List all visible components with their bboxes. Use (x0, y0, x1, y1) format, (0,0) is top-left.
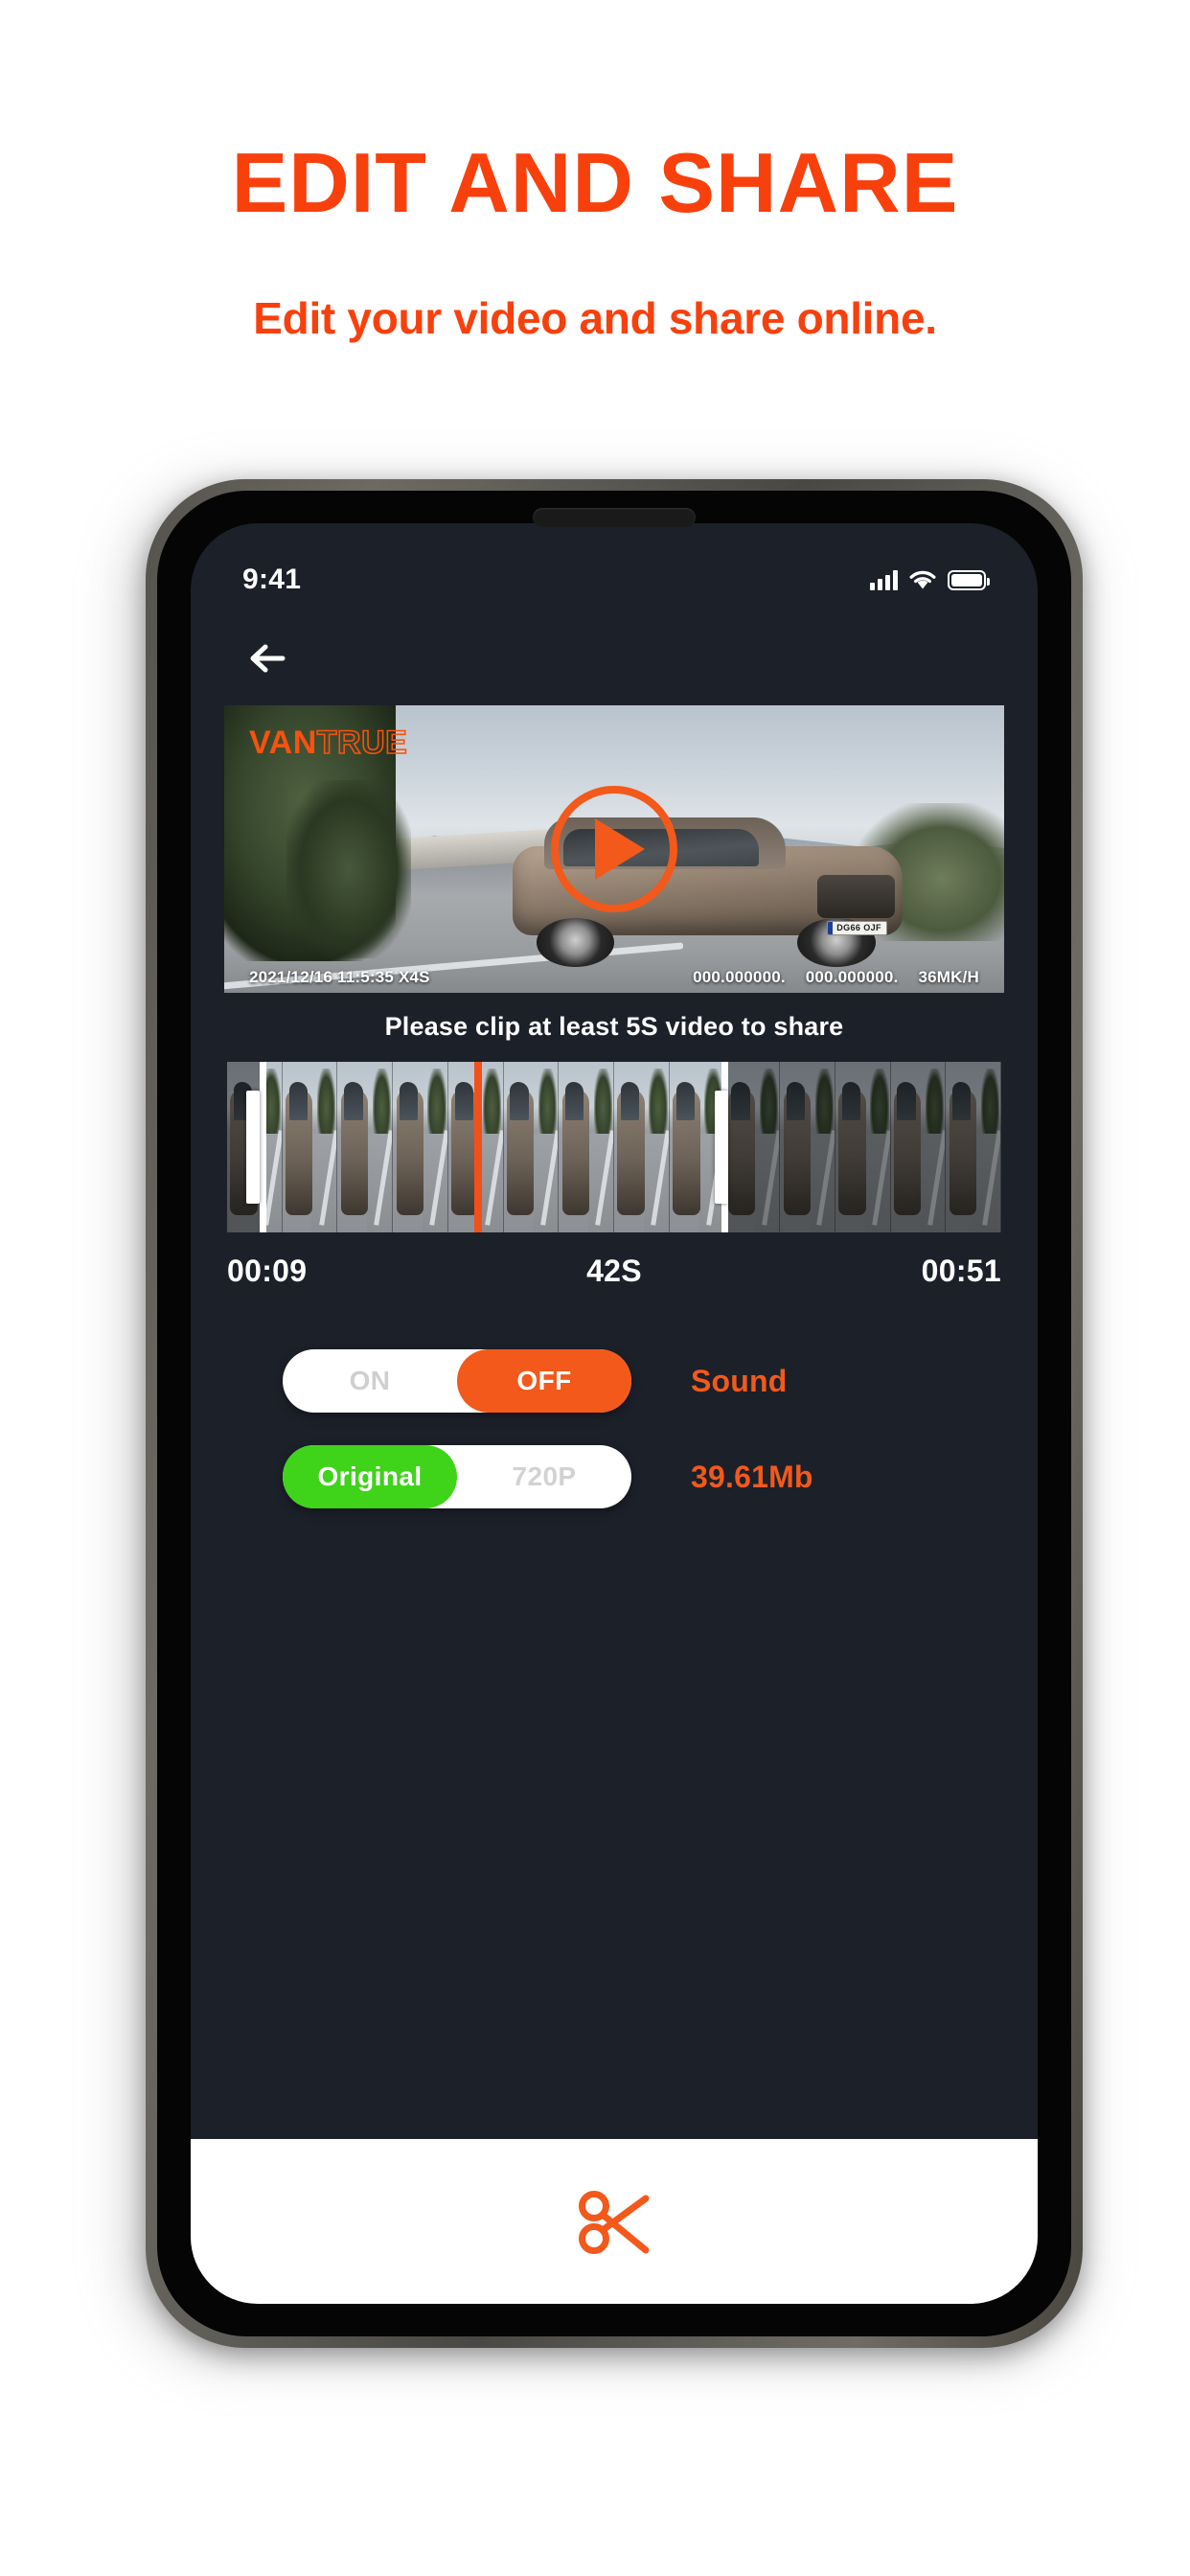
osd-telemetry: 000.000000. 000.000000. 36MK/H (677, 968, 979, 987)
osd-timestamp: 2021/12/16 11:5:35 X4S (249, 968, 430, 986)
status-icons (870, 569, 990, 590)
osd-speed: 36MK/H (918, 968, 979, 986)
watermark-true: TRUE (316, 724, 408, 761)
watermark-van: VAN (249, 724, 317, 761)
video-preview[interactable]: DG66 OJF VANTRUE 2021/12/16 11:5:35 X4S … (224, 705, 1004, 993)
video-tree-left-2 (286, 780, 412, 958)
filmstrip-frame (337, 1062, 394, 1232)
clip-start-time: 00:09 (227, 1254, 308, 1288)
trim-end-handle[interactable] (715, 1091, 728, 1204)
timeline-filmstrip[interactable] (227, 1062, 1001, 1232)
sound-setting-row: ON OFF Sound (191, 1349, 1038, 1413)
car-license-plate: DG66 OJF (827, 921, 887, 935)
clip-duration: 42S (586, 1254, 642, 1288)
page-subtitle: Edit your video and share online. (253, 293, 937, 343)
filmstrip-frame (559, 1062, 615, 1232)
vantrue-watermark: VANTRUE (249, 724, 408, 761)
nav-bar (191, 610, 1038, 705)
cellular-signal-icon (870, 569, 898, 590)
filmstrip-frame (393, 1062, 448, 1232)
car-rear-wheel (536, 918, 614, 967)
bottom-action-bar (191, 2139, 1038, 2304)
status-time: 9:41 (242, 564, 302, 595)
back-button[interactable] (231, 629, 304, 688)
playhead-indicator[interactable] (474, 1062, 482, 1232)
clip-hint-text: Please clip at least 5S video to share (384, 1012, 844, 1041)
wifi-icon (908, 569, 937, 590)
sound-label: Sound (691, 1363, 788, 1398)
filmstrip-frame (282, 1062, 338, 1232)
play-button[interactable] (551, 786, 677, 912)
osd-longitude: 000.000000. (805, 968, 899, 986)
back-arrow-icon (250, 644, 286, 673)
quality-setting-row: Original 720P 39.61Mb (191, 1445, 1038, 1508)
selection-edge-start (260, 1062, 266, 1232)
filmstrip-frame (614, 1062, 670, 1232)
clip-end-time: 00:51 (921, 1254, 1001, 1288)
file-size-label: 39.61Mb (691, 1459, 813, 1494)
sound-toggle-off[interactable]: OFF (457, 1349, 631, 1413)
trim-start-handle[interactable] (246, 1091, 260, 1204)
video-osd: 2021/12/16 11:5:35 X4S 000.000000. 000.0… (224, 968, 1004, 987)
scissors-icon (579, 2191, 650, 2254)
timeline-dim-right (727, 1062, 1001, 1232)
promo-page: EDIT AND SHARE Edit your video and share… (0, 0, 1190, 2576)
status-bar: 9:41 (191, 523, 1038, 610)
phone-mockup: 9:41 DG66 OJF VANTRUE 2021/12/16 11:5:35… (146, 479, 1083, 2348)
filmstrip-frame (503, 1062, 560, 1232)
sound-toggle-on[interactable]: ON (283, 1349, 457, 1413)
quality-toggle[interactable]: Original 720P (283, 1445, 631, 1508)
play-button-icon (595, 818, 645, 880)
sound-toggle[interactable]: ON OFF (283, 1349, 631, 1413)
timeline-time-row: 00:09 42S 00:51 (227, 1254, 1001, 1289)
phone-screen: 9:41 DG66 OJF VANTRUE 2021/12/16 11:5:35… (191, 523, 1038, 2304)
earpiece-speaker (533, 508, 696, 527)
quality-toggle-720p[interactable]: 720P (457, 1445, 631, 1508)
battery-icon (948, 569, 990, 590)
cut-button[interactable] (561, 2169, 667, 2274)
quality-toggle-original[interactable]: Original (283, 1445, 457, 1508)
page-title: EDIT AND SHARE (231, 135, 959, 230)
car-grille (816, 875, 896, 918)
osd-latitude: 000.000000. (693, 968, 786, 986)
phone-bezel: 9:41 DG66 OJF VANTRUE 2021/12/16 11:5:35… (157, 491, 1071, 2336)
